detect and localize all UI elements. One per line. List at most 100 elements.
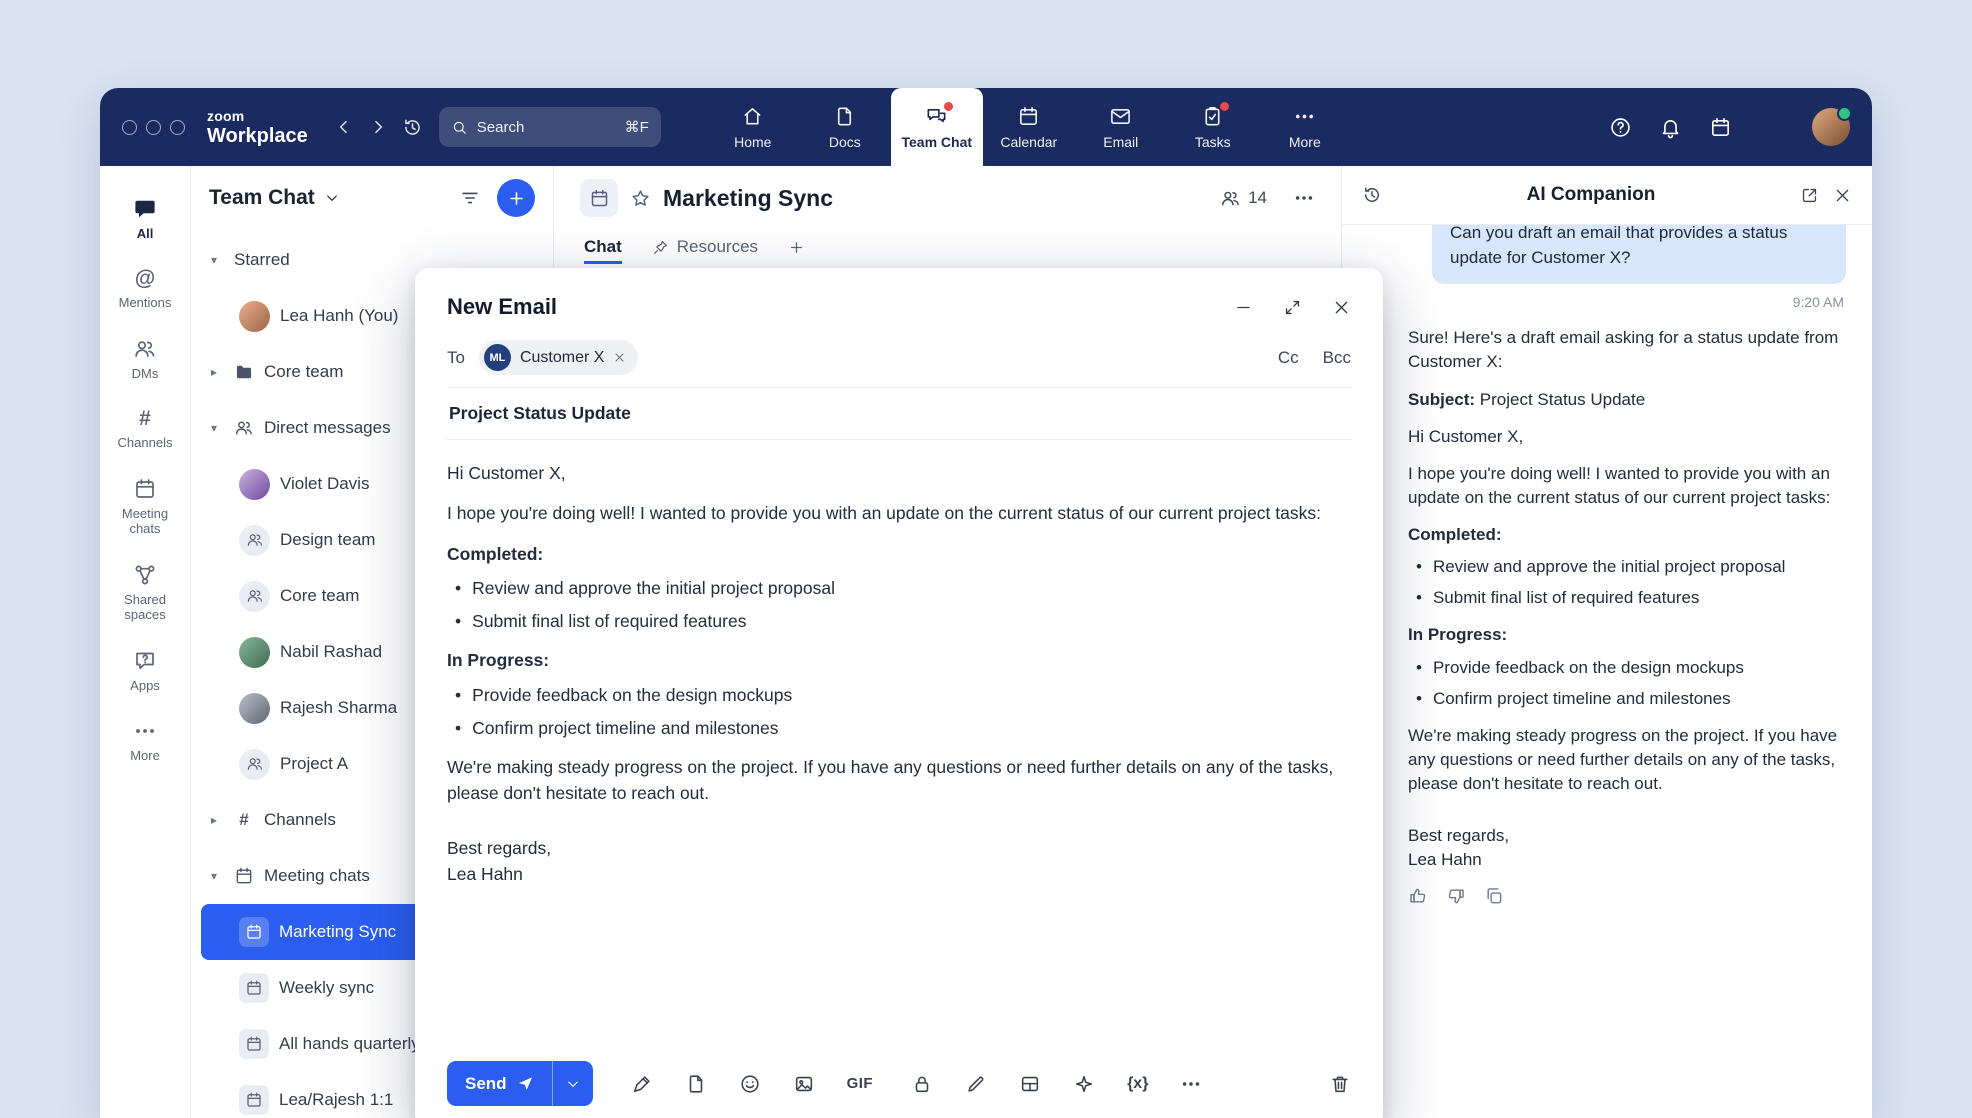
to-label: To	[447, 348, 465, 368]
nav-docs[interactable]: Docs	[799, 88, 891, 166]
search-input[interactable]: Search ⌘F	[439, 107, 661, 147]
ai-response: Sure! Here's a draft email asking for a …	[1408, 326, 1846, 872]
meeting-chat-icon	[239, 1029, 269, 1059]
add-tab-button[interactable]	[788, 230, 805, 264]
new-chat-button[interactable]	[497, 179, 535, 217]
send-button[interactable]: Send	[447, 1061, 552, 1106]
chevron-collapsed-icon: ▸	[211, 365, 224, 379]
send-options-button[interactable]	[552, 1061, 593, 1106]
all-chats-icon	[133, 197, 157, 221]
attach-file-button[interactable]	[685, 1073, 707, 1095]
recipient-chip[interactable]: ML Customer X	[479, 340, 638, 375]
send-icon	[517, 1075, 534, 1092]
ai-companion-button[interactable]	[1759, 114, 1785, 140]
hash-icon: #	[234, 810, 254, 830]
members-button[interactable]: 14	[1220, 188, 1267, 209]
docs-icon	[833, 105, 856, 128]
window-controls[interactable]	[122, 120, 185, 135]
meeting-chats-icon	[133, 477, 157, 501]
more-icon	[1293, 105, 1316, 128]
encrypt-button[interactable]	[911, 1073, 933, 1095]
window-control-dot[interactable]	[122, 120, 137, 135]
email-body-editor[interactable]: Hi Customer X, I hope you're doing well!…	[447, 460, 1351, 1051]
rail-dms[interactable]: DMs	[100, 324, 190, 395]
ai-assist-button[interactable]	[1073, 1073, 1095, 1095]
chevron-down-icon	[324, 190, 340, 206]
search-icon	[451, 119, 468, 136]
history-button[interactable]	[402, 117, 423, 138]
minimize-button[interactable]	[1234, 298, 1253, 317]
forward-button[interactable]	[368, 117, 388, 137]
bcc-button[interactable]: Bcc	[1323, 348, 1351, 368]
apps-icon	[133, 649, 157, 673]
nav-more[interactable]: More	[1259, 88, 1351, 166]
gif-button[interactable]: GIF	[847, 1075, 874, 1092]
chevron-collapsed-icon: ▸	[211, 813, 224, 827]
variables-button[interactable]: {x}	[1127, 1075, 1148, 1093]
close-button[interactable]	[1332, 298, 1351, 317]
chevron-expanded-icon: ▾	[211, 253, 224, 267]
window-control-dot[interactable]	[170, 120, 185, 135]
discard-draft-button[interactable]	[1329, 1073, 1351, 1095]
rail-meeting-chats[interactable]: Meeting chats	[100, 464, 190, 550]
folder-icon	[234, 362, 254, 382]
ai-history-button[interactable]	[1362, 185, 1382, 205]
calendar-quick-button[interactable]	[1709, 116, 1732, 139]
rail-channels[interactable]: # Channels	[100, 395, 190, 464]
nav-calendar[interactable]: Calendar	[983, 88, 1075, 166]
home-icon	[741, 105, 764, 128]
channel-more-button[interactable]	[1293, 187, 1315, 209]
back-button[interactable]	[334, 117, 354, 137]
logo-workplace: Workplace	[207, 126, 308, 146]
sidebar-title[interactable]: Team Chat	[209, 186, 340, 210]
star-icon[interactable]	[630, 188, 651, 209]
filter-button[interactable]	[459, 187, 481, 209]
remove-recipient-button[interactable]	[613, 351, 626, 364]
nav-home[interactable]: Home	[707, 88, 799, 166]
insert-image-button[interactable]	[793, 1073, 815, 1095]
calendar-icon	[234, 866, 254, 886]
member-count: 14	[1248, 188, 1267, 208]
signature-button[interactable]	[631, 1073, 653, 1095]
template-button[interactable]	[1019, 1073, 1041, 1095]
search-shortcut: ⌘F	[625, 118, 649, 136]
tab-resources[interactable]: Resources	[652, 230, 758, 264]
team-avatar	[239, 525, 270, 556]
open-in-window-button[interactable]	[1800, 186, 1819, 205]
meeting-chat-icon	[239, 1085, 269, 1115]
channels-icon: #	[139, 408, 151, 430]
thumbs-down-button[interactable]	[1446, 886, 1466, 906]
app-window: zoom Workplace Search ⌘F Home Docs	[100, 88, 1872, 1118]
subject-field[interactable]: Project Status Update	[447, 388, 1351, 440]
page-title: Marketing Sync	[663, 185, 833, 212]
copy-button[interactable]	[1484, 886, 1504, 906]
rail-mentions[interactable]: @ Mentions	[100, 255, 190, 324]
window-control-dot[interactable]	[146, 120, 161, 135]
edit-button[interactable]	[965, 1073, 987, 1095]
emoji-button[interactable]	[739, 1073, 761, 1095]
help-button[interactable]	[1609, 116, 1632, 139]
notifications-button[interactable]	[1659, 116, 1682, 139]
rail-all[interactable]: All	[100, 184, 190, 255]
thumbs-up-button[interactable]	[1408, 886, 1428, 906]
more-icon	[133, 719, 157, 743]
nav-email[interactable]: Email	[1075, 88, 1167, 166]
cc-button[interactable]: Cc	[1278, 348, 1299, 368]
nav-team-chat[interactable]: Team Chat	[891, 88, 983, 166]
response-feedback	[1408, 886, 1846, 906]
user-avatar[interactable]	[1812, 108, 1850, 146]
pin-icon	[652, 239, 669, 256]
rail-apps[interactable]: Apps	[100, 636, 190, 707]
chat-filter-rail: All @ Mentions DMs # Channels Meeting ch…	[100, 166, 191, 1118]
tab-chat[interactable]: Chat	[584, 230, 622, 264]
nav-tasks[interactable]: Tasks	[1167, 88, 1259, 166]
rail-more[interactable]: More	[100, 706, 190, 777]
more-options-button[interactable]	[1180, 1073, 1202, 1095]
recipients-row[interactable]: To ML Customer X Cc Bcc	[447, 340, 1351, 388]
ai-panel-title: AI Companion	[1396, 184, 1786, 206]
chevron-expanded-icon: ▾	[211, 421, 224, 435]
expand-button[interactable]	[1283, 298, 1302, 317]
close-panel-button[interactable]	[1833, 186, 1852, 205]
unread-badge	[943, 101, 954, 112]
rail-shared-spaces[interactable]: Shared spaces	[100, 550, 190, 636]
